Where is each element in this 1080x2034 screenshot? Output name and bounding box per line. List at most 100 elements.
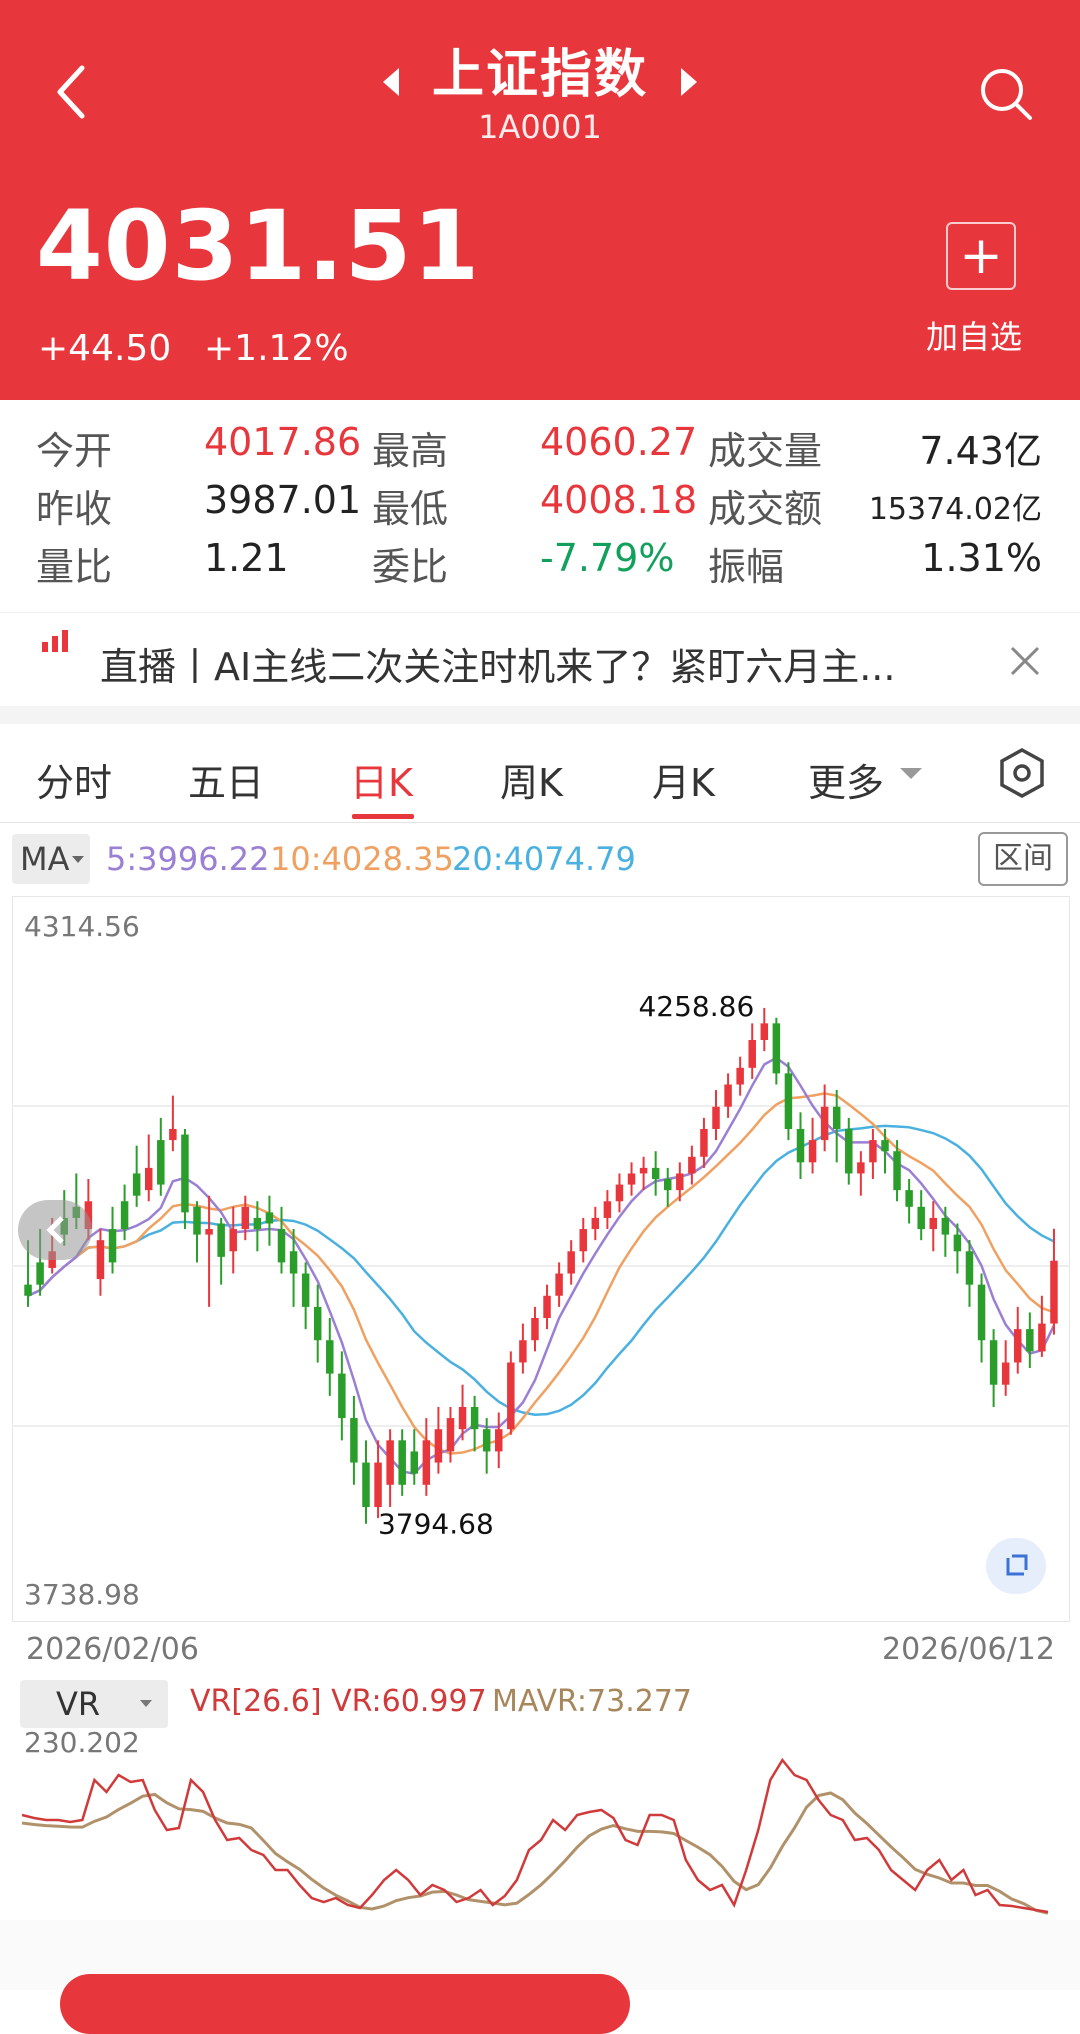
candle	[603, 1190, 612, 1230]
stat-value: 15374.02亿	[868, 492, 1042, 527]
news-headline[interactable]: 直播丨AI主线二次关注时机来了？紧盯六月主...	[100, 636, 895, 691]
stat-value: 1.21	[204, 536, 289, 580]
candle	[567, 1240, 575, 1285]
candle	[989, 1329, 998, 1407]
candle	[1001, 1340, 1010, 1396]
candle	[313, 1284, 322, 1363]
tab-more[interactable]: 更多	[808, 752, 884, 807]
plus-icon: +	[959, 226, 1003, 286]
candle	[410, 1429, 419, 1485]
prev-index-icon[interactable]	[382, 67, 399, 96]
candle	[736, 1056, 744, 1096]
stat-label: 委比	[372, 545, 449, 589]
add-watchlist-button[interactable]: +	[946, 222, 1016, 290]
stat-value: -7.79%	[540, 536, 675, 580]
range-button[interactable]: 区间	[978, 832, 1068, 886]
chart-left-arrow-icon[interactable]	[18, 1200, 92, 1260]
candle	[857, 1151, 865, 1196]
candle	[905, 1179, 913, 1224]
quote-stats: 今开 4017.86 最高 4060.27 成交量 7.43亿 昨收 3987.01 最低 400…	[0, 400, 1080, 610]
indicator-selector[interactable]: MA	[12, 834, 90, 884]
stat-value: 1.31%	[921, 536, 1042, 580]
candle	[217, 1217, 225, 1285]
candle	[229, 1206, 237, 1274]
candle	[808, 1117, 817, 1174]
candle	[205, 1195, 213, 1307]
candle	[193, 1201, 201, 1263]
candle	[531, 1306, 539, 1352]
candle	[362, 1440, 370, 1524]
candle	[241, 1195, 250, 1241]
settings-icon[interactable]	[998, 748, 1046, 798]
stat-value: 7.43亿	[919, 429, 1042, 473]
stat-value: 4060.27	[540, 420, 698, 464]
candle	[712, 1090, 720, 1141]
candle	[845, 1117, 853, 1185]
stat-label: 量比	[36, 545, 113, 589]
fullscreen-icon[interactable]	[986, 1538, 1046, 1594]
stat-label: 今开	[36, 429, 113, 473]
candle	[1014, 1306, 1022, 1374]
next-index-icon[interactable]	[681, 67, 698, 96]
candle	[265, 1195, 274, 1246]
section-gap	[0, 706, 1080, 724]
x-start-label: 2026/02/06	[26, 1632, 199, 1667]
candle	[555, 1262, 563, 1307]
candle	[277, 1206, 286, 1274]
candle	[422, 1418, 431, 1496]
mavr-line	[21, 1791, 1049, 1915]
candle	[434, 1406, 443, 1474]
candle	[615, 1173, 624, 1213]
candle	[1050, 1228, 1058, 1335]
index-code: 1A0001	[478, 108, 602, 146]
candle	[760, 1007, 769, 1052]
candle	[507, 1351, 515, 1435]
candle	[470, 1395, 479, 1452]
candle	[772, 1017, 781, 1085]
active-tab-indicator	[352, 814, 414, 819]
action-button[interactable]	[60, 1974, 630, 2034]
title-bar: 上证指数	[0, 32, 1080, 107]
stat-value: 3987.01	[204, 478, 362, 522]
stat-label: 最低	[372, 487, 449, 531]
candle	[688, 1145, 696, 1185]
kline-svg: 4258.86 3794.68	[12, 990, 1070, 1541]
candle	[869, 1128, 877, 1180]
candle	[941, 1206, 950, 1257]
y-max-label: 4314.56	[24, 910, 140, 943]
search-icon[interactable]	[978, 66, 1034, 122]
tab-weekly-k[interactable]: 周K	[500, 752, 563, 807]
high-annotation: 4258.86	[638, 990, 754, 1023]
ma20-value: 20:4074.79	[452, 840, 636, 878]
candle	[301, 1262, 310, 1330]
candle	[398, 1429, 406, 1496]
add-watchlist-label[interactable]: 加自选	[926, 312, 1022, 358]
candle	[326, 1318, 334, 1396]
candle	[120, 1184, 129, 1241]
candle	[917, 1190, 925, 1241]
candle	[108, 1206, 117, 1274]
low-annotation: 3794.68	[378, 1508, 494, 1541]
stat-label: 成交量	[708, 429, 823, 473]
stat-label: 振幅	[708, 545, 785, 589]
tab-five-day[interactable]: 五日	[188, 752, 264, 807]
candle	[543, 1284, 551, 1330]
tab-intraday[interactable]: 分时	[36, 752, 112, 807]
close-icon[interactable]	[1008, 644, 1042, 678]
candle	[169, 1095, 177, 1152]
candle	[663, 1167, 672, 1207]
candle	[495, 1412, 503, 1469]
tab-daily-k[interactable]: 日K	[350, 752, 413, 807]
vr-svg	[21, 1757, 1049, 1915]
candle	[157, 1117, 165, 1196]
candle	[700, 1117, 708, 1168]
candle	[386, 1429, 394, 1508]
candle	[591, 1206, 600, 1241]
stat-label: 成交额	[708, 487, 823, 531]
tab-monthly-k[interactable]: 月K	[652, 752, 715, 807]
page-title: 上证指数	[431, 45, 648, 105]
quote-header: 上证指数 1A0001 4031.51 +44.50 +1.12% + 加自选	[0, 0, 1080, 400]
divider	[0, 822, 1080, 823]
candle	[579, 1217, 587, 1263]
y-min-label: 3738.98	[24, 1578, 140, 1611]
